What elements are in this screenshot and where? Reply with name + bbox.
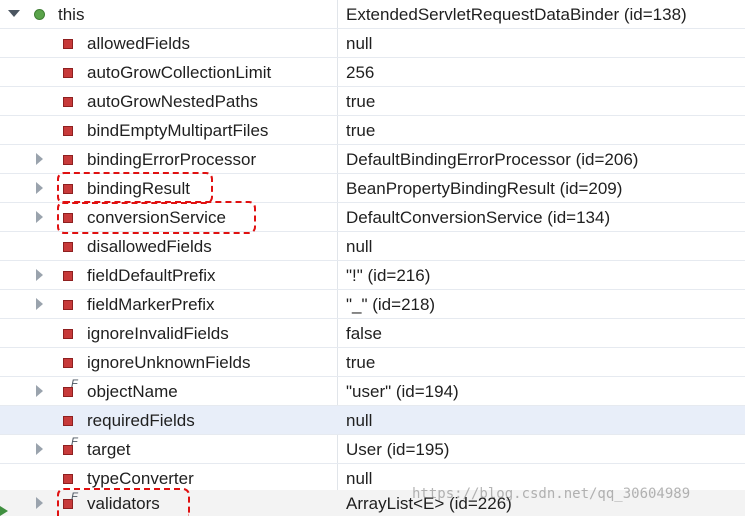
variable-row-bindingErrorProcessor[interactable]: bindingErrorProcessor DefaultBindingErro… (0, 145, 745, 174)
final-modifier-icon: F (71, 436, 78, 448)
variable-value: ExtendedServletRequestDataBinder (id=138… (346, 5, 687, 24)
variable-name: objectName (87, 382, 178, 401)
private-field-icon (63, 474, 73, 484)
variable-row-bindEmptyMultipartFiles[interactable]: bindEmptyMultipartFiles true (0, 116, 745, 145)
variable-row-disallowedFields[interactable]: disallowedFields null (0, 232, 745, 261)
variable-name: autoGrowCollectionLimit (87, 63, 272, 82)
variable-value: null (346, 34, 373, 53)
variable-value: "_" (id=218) (346, 295, 436, 314)
private-field-icon (63, 126, 73, 136)
variable-name: bindingErrorProcessor (87, 150, 257, 169)
watermark-text: https://blog.csdn.net/qq_30604989 (412, 486, 691, 502)
expand-arrow-icon[interactable] (36, 153, 43, 165)
variable-value: null (346, 411, 373, 430)
variable-name: allowedFields (87, 34, 190, 53)
variable-name: ignoreInvalidFields (87, 324, 229, 343)
private-field-icon (63, 39, 73, 49)
variable-value: DefaultConversionService (id=134) (346, 208, 611, 227)
private-field-icon (63, 358, 73, 368)
private-field-icon (63, 300, 73, 310)
final-modifier-icon: F (71, 378, 78, 390)
variable-name: disallowedFields (87, 237, 212, 256)
highlight-bindingResult (57, 172, 213, 204)
variable-row-allowedFields[interactable]: allowedFields null (0, 29, 745, 58)
variable-name: this (58, 5, 85, 24)
variable-value: "!" (id=216) (346, 266, 431, 285)
object-icon (34, 9, 45, 20)
private-field-icon (63, 242, 73, 252)
expand-arrow-icon[interactable] (36, 269, 43, 281)
private-field-icon (63, 416, 73, 426)
private-field-icon (63, 271, 73, 281)
variable-value: BeanPropertyBindingResult (id=209) (346, 179, 623, 198)
highlight-conversionService (57, 201, 256, 234)
expand-arrow-icon[interactable] (36, 211, 43, 223)
variable-value: true (346, 353, 376, 372)
variable-value: false (346, 324, 382, 343)
private-field-icon (63, 97, 73, 107)
variable-value: true (346, 121, 376, 140)
variable-row-this[interactable]: this ExtendedServletRequestDataBinder (i… (0, 0, 745, 29)
variable-value: 256 (346, 63, 375, 82)
variable-value: true (346, 92, 376, 111)
variable-name: fieldDefaultPrefix (87, 266, 216, 285)
variable-name: autoGrowNestedPaths (87, 92, 259, 111)
variable-row-objectName[interactable]: F objectName "user" (id=194) (0, 377, 745, 406)
variable-row-target[interactable]: F target User (id=195) (0, 435, 745, 464)
private-field-icon (63, 329, 73, 339)
variable-row-ignoreInvalidFields[interactable]: ignoreInvalidFields false (0, 319, 745, 348)
variable-row-fieldDefaultPrefix[interactable]: fieldDefaultPrefix "!" (id=216) (0, 261, 745, 290)
variable-value: "user" (id=194) (346, 382, 459, 401)
variable-name: fieldMarkerPrefix (87, 295, 215, 314)
variable-value: null (346, 237, 373, 256)
variable-row-ignoreUnknownFields[interactable]: ignoreUnknownFields true (0, 348, 745, 377)
variable-name: target (87, 440, 131, 459)
expand-arrow-icon[interactable] (36, 443, 43, 455)
variables-tree: this ExtendedServletRequestDataBinder (i… (0, 0, 745, 516)
expand-arrow-icon[interactable] (36, 182, 43, 194)
variable-name: ignoreUnknownFields (87, 353, 251, 372)
variable-value: null (346, 469, 373, 488)
variable-row-fieldMarkerPrefix[interactable]: fieldMarkerPrefix "_" (id=218) (0, 290, 745, 319)
variable-name: bindEmptyMultipartFiles (87, 121, 269, 140)
variable-row-requiredFields[interactable]: requiredFields null (0, 406, 745, 435)
gutter-marker-icon (0, 506, 8, 516)
variable-name: requiredFields (87, 411, 195, 430)
expand-arrow-icon[interactable] (36, 385, 43, 397)
variable-value: DefaultBindingErrorProcessor (id=206) (346, 150, 639, 169)
variable-value: User (id=195) (346, 440, 450, 459)
expand-arrow-icon[interactable] (36, 497, 43, 509)
private-field-icon (63, 68, 73, 78)
collapse-arrow-icon[interactable] (8, 10, 20, 17)
variable-row-autoGrowNestedPaths[interactable]: autoGrowNestedPaths true (0, 87, 745, 116)
private-field-icon (63, 155, 73, 165)
highlight-validators (57, 488, 190, 516)
expand-arrow-icon[interactable] (36, 298, 43, 310)
variable-row-autoGrowCollectionLimit[interactable]: autoGrowCollectionLimit 256 (0, 58, 745, 87)
